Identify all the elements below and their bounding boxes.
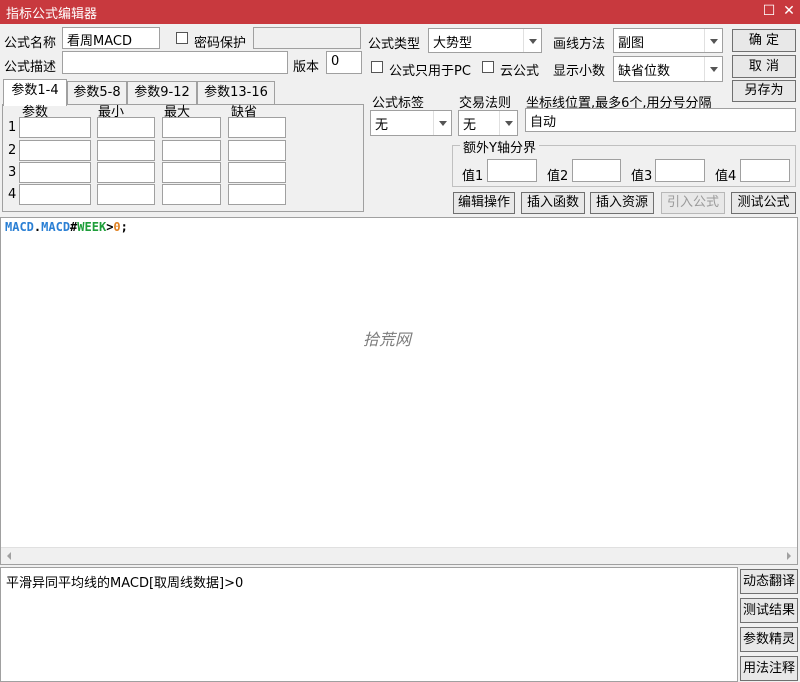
insert-resource-button[interactable]: 插入资源: [590, 192, 654, 214]
pc-only-checkbox[interactable]: [371, 61, 383, 73]
param-max-cell[interactable]: [162, 117, 221, 138]
param-name-cell[interactable]: [19, 140, 91, 161]
param-header-default: 缺省: [231, 105, 258, 120]
import-formula-button[interactable]: 引入公式: [661, 192, 725, 214]
formula-name-input[interactable]: 看周MACD: [62, 27, 160, 49]
chevron-down-icon: [704, 57, 722, 81]
version-input[interactable]: 0: [326, 51, 362, 74]
param-header-max: 最大: [164, 105, 191, 120]
draw-method-select[interactable]: 副图: [613, 28, 723, 53]
password-input[interactable]: [253, 27, 361, 49]
val1-label: 值1: [462, 169, 484, 184]
formula-tag-label: 公式标签: [372, 96, 425, 111]
val2-input[interactable]: [572, 159, 621, 182]
chevron-down-icon: [523, 29, 541, 52]
cloud-checkbox[interactable]: [482, 61, 494, 73]
val1-input[interactable]: [487, 159, 537, 182]
param-default-cell[interactable]: [228, 162, 286, 183]
dynamic-translate-button[interactable]: 动态翻译: [740, 569, 798, 594]
param-row-number: 4: [8, 187, 17, 202]
code-editor[interactable]: MACD.MACD#WEEK>0; 拾荒网: [0, 217, 798, 565]
param-default-cell[interactable]: [228, 140, 286, 161]
trade-rule-label: 交易法则: [459, 96, 512, 111]
formula-desc-label: 公式描述: [4, 60, 57, 75]
decimals-select[interactable]: 缺省位数: [613, 56, 723, 82]
pc-only-label: 公式只用于PC: [389, 64, 471, 79]
param-max-cell[interactable]: [162, 184, 221, 205]
description-text: 平滑异同平均线的MACD[取周线数据]>0: [6, 576, 244, 591]
decimals-label: 显示小数: [553, 64, 606, 79]
close-icon[interactable]: ✕: [780, 2, 798, 20]
extra-y-label: 额外Y轴分界: [460, 137, 539, 156]
param-min-cell[interactable]: [97, 117, 155, 138]
coord-lines-input[interactable]: 自动: [525, 108, 796, 132]
val4-input[interactable]: [740, 159, 790, 182]
val2-label: 值2: [547, 169, 569, 184]
param-min-cell[interactable]: [97, 162, 155, 183]
title-bar: 指标公式编辑器 ☐ ✕: [0, 0, 800, 24]
trade-rule-select[interactable]: 无: [458, 110, 518, 136]
formula-name-label: 公式名称: [4, 36, 57, 51]
trade-rule-value: 无: [463, 118, 477, 133]
formula-tag-select[interactable]: 无: [370, 110, 452, 136]
val4-label: 值4: [715, 169, 737, 184]
val3-input[interactable]: [655, 159, 705, 182]
param-max-cell[interactable]: [162, 140, 221, 161]
code-semicolon: ;: [120, 220, 128, 234]
formula-type-select[interactable]: 大势型: [428, 28, 542, 53]
test-result-button[interactable]: 测试结果: [740, 598, 798, 623]
horizontal-scrollbar[interactable]: [1, 547, 797, 564]
param-row-number: 3: [8, 165, 17, 180]
window-title: 指标公式编辑器: [6, 7, 98, 22]
version-label: 版本: [293, 60, 320, 75]
edit-ops-button[interactable]: 编辑操作: [453, 192, 515, 214]
ok-button[interactable]: 确 定: [732, 29, 796, 52]
param-header-min: 最小: [98, 105, 125, 120]
code-line: MACD.MACD#WEEK>0;: [5, 220, 128, 234]
scroll-right-icon[interactable]: [780, 548, 797, 564]
code-function: MACD: [5, 220, 34, 234]
param-name-cell[interactable]: [19, 162, 91, 183]
param-row-number: 1: [8, 120, 17, 135]
param-max-cell[interactable]: [162, 162, 221, 183]
password-label: 密码保护: [194, 36, 247, 51]
scroll-left-icon[interactable]: [1, 548, 18, 564]
val3-label: 值3: [631, 169, 653, 184]
param-min-cell[interactable]: [97, 140, 155, 161]
restore-icon[interactable]: ☐: [760, 2, 778, 20]
cloud-label: 云公式: [500, 64, 540, 79]
param-default-cell[interactable]: [228, 184, 286, 205]
param-min-cell[interactable]: [97, 184, 155, 205]
code-number: 0: [113, 220, 121, 234]
formula-type-label: 公式类型: [368, 37, 421, 52]
param-header-name: 参数: [22, 105, 49, 120]
formula-type-value: 大势型: [433, 36, 473, 51]
usage-notes-button[interactable]: 用法注释: [740, 656, 798, 681]
chevron-down-icon: [704, 29, 722, 52]
code-keyword: WEEK: [77, 220, 107, 234]
formula-tag-value: 无: [375, 118, 389, 133]
watermark: 拾荒网: [363, 330, 412, 349]
param-default-cell[interactable]: [228, 117, 286, 138]
param-row-number: 2: [8, 143, 17, 158]
save-as-button[interactable]: 另存为: [732, 80, 796, 102]
password-checkbox[interactable]: [176, 32, 188, 44]
chevron-down-icon: [499, 111, 517, 135]
param-name-cell[interactable]: [19, 184, 91, 205]
param-name-cell[interactable]: [19, 117, 91, 138]
chevron-down-icon: [433, 111, 451, 135]
draw-method-label: 画线方法: [553, 37, 606, 52]
draw-method-value: 副图: [618, 36, 645, 51]
param-wizard-button[interactable]: 参数精灵: [740, 627, 798, 652]
code-field: MACD: [41, 220, 71, 234]
test-formula-button[interactable]: 测试公式: [731, 192, 796, 214]
insert-function-button[interactable]: 插入函数: [521, 192, 585, 214]
formula-desc-input[interactable]: [62, 51, 288, 74]
decimals-value: 缺省位数: [618, 64, 671, 79]
cancel-button[interactable]: 取 消: [732, 55, 796, 78]
description-panel[interactable]: 平滑异同平均线的MACD[取周线数据]>0: [0, 567, 738, 682]
